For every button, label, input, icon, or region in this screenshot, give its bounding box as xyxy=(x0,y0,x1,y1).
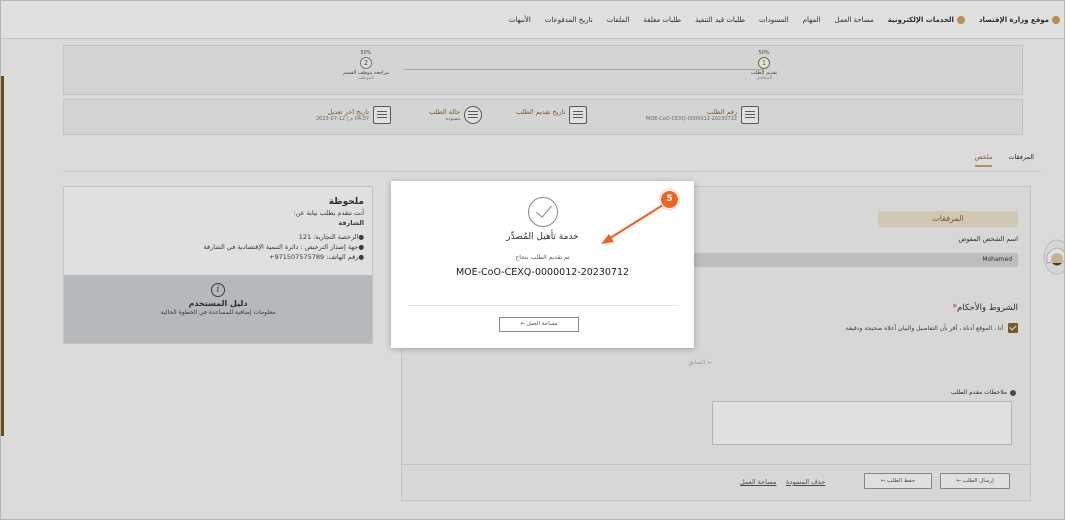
modal-reference: MOE-CoO-CEXQ-0000012-20230712 xyxy=(455,267,630,278)
modal-workspace-button[interactable]: ← مساحة العمل xyxy=(499,317,579,332)
modal-divider xyxy=(407,305,678,306)
modal-subtitle: تم تقديم الطلب بنجاح xyxy=(515,254,570,261)
app-frame: موقع وزارة الإقتصاد الخدمات الإلكترونية … xyxy=(0,0,1065,520)
annotation-step-badge: 5 xyxy=(660,190,679,209)
check-circle-icon xyxy=(527,197,558,227)
annotation-arrow-icon xyxy=(601,203,665,244)
